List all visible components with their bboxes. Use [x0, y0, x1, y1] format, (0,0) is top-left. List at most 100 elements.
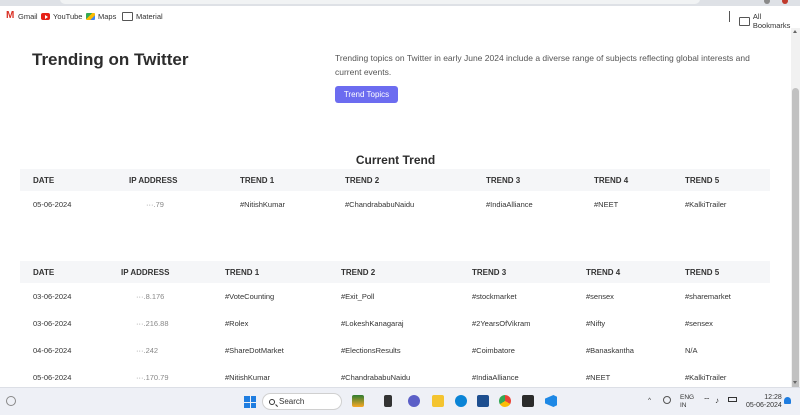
column-header: IP ADDRESS: [116, 169, 227, 191]
column-header: TREND 1: [227, 169, 332, 191]
column-header: TREND 2: [328, 261, 459, 283]
profile-icon[interactable]: [764, 0, 770, 4]
column-header: TREND 2: [332, 169, 473, 191]
column-header: DATE: [20, 261, 108, 283]
task-view-icon[interactable]: [384, 395, 392, 407]
ip-cell: ···.170.79: [136, 373, 169, 382]
folder-icon: [122, 12, 133, 21]
trend-cell: #ChandrababuNaidu: [341, 373, 411, 382]
current-trend-table: DATE IP ADDRESS TREND 1 TREND 2 TREND 3 …: [20, 169, 770, 218]
table-row: 05-06-2024 ···.170.79 #NitishKumar #Chan…: [20, 364, 770, 387]
chrome-browser-icon[interactable]: [499, 395, 511, 407]
trend-cell: #Banaskantha: [586, 346, 634, 355]
language-code: ENG: [680, 394, 695, 401]
trend-cell: #2YearsOfVikram: [472, 319, 531, 328]
current-trend-title: Current Trend: [355, 153, 436, 167]
trend-cell: #Rolex: [225, 319, 249, 328]
trend-cell: #KalkiTrailer: [685, 373, 727, 382]
clock-date: 05-06-2024: [746, 402, 782, 409]
system-clock[interactable]: 12:28 05-06-2024: [746, 394, 782, 410]
taskbar-app-icon[interactable]: [352, 395, 364, 407]
date-cell: 04-06-2024: [33, 346, 72, 355]
wifi-icon[interactable]: ⌔: [703, 397, 711, 405]
bookmarks-bar: Gmail YouTube Maps Material All Bookmark…: [0, 6, 800, 30]
weather-icon[interactable]: [6, 396, 16, 406]
youtube-icon: [41, 13, 50, 20]
taskbar-search[interactable]: Search: [262, 393, 342, 410]
ip-cell: ···.216.88: [136, 319, 169, 328]
bookmark-maps[interactable]: Maps: [86, 12, 116, 21]
column-header: DATE: [20, 169, 116, 191]
ip-cell: ···.242: [136, 346, 159, 355]
column-header: IP ADDRESS: [108, 261, 212, 283]
bookmark-gmail[interactable]: Gmail: [6, 10, 38, 21]
page-scrollbar[interactable]: [791, 28, 800, 410]
page-title: Trending on Twitter: [32, 50, 189, 69]
scrollbar-thumb[interactable]: [792, 88, 799, 410]
address-bar[interactable]: [60, 0, 700, 4]
column-header: TREND 4: [573, 261, 672, 283]
bookmark-label: YouTube: [53, 12, 83, 21]
date-cell: 05-06-2024: [33, 200, 72, 209]
store-app-icon[interactable]: [477, 395, 489, 407]
volume-icon[interactable]: ♪: [715, 397, 719, 405]
trend-cell: #Coimbatore: [472, 346, 515, 355]
trend-cell: #Exit_Poll: [341, 292, 375, 301]
menu-icon[interactable]: [782, 0, 788, 4]
table-row: 03-06-2024 ···.216.88 #Rolex #LokeshKana…: [20, 310, 770, 337]
ip-cell: ···.79: [146, 200, 164, 209]
table-row: 04-06-2024 ···.242 #ShareDotMarket #Elec…: [20, 337, 770, 364]
bookmark-youtube[interactable]: YouTube: [41, 12, 82, 21]
column-header: TREND 5: [672, 169, 770, 191]
bookmarks-divider: [729, 11, 730, 22]
file-explorer-icon[interactable]: [432, 395, 444, 407]
column-header: TREND 3: [459, 261, 573, 283]
bookmark-label: Gmail: [18, 12, 38, 21]
region-code: IN: [680, 402, 687, 409]
bookmark-material[interactable]: Material: [122, 12, 163, 21]
windows-taskbar: Search ^ ENG IN ⌔ ♪ 12:28 05-06-2024: [0, 387, 800, 415]
trend-history-table: DATE IP ADDRESS TREND 1 TREND 2 TREND 3 …: [20, 261, 770, 387]
folder-icon: [739, 16, 750, 26]
trend-topics-button[interactable]: Trend Topics: [335, 86, 398, 103]
chat-app-icon[interactable]: [408, 395, 420, 407]
search-label: Search: [279, 397, 305, 406]
trend-cell: #VoteCounting: [225, 292, 275, 301]
notification-bell-icon[interactable]: [784, 397, 791, 404]
windows-start-icon[interactable]: [244, 396, 256, 408]
network-status-icon[interactable]: [663, 396, 671, 404]
date-cell: 03-06-2024: [33, 319, 72, 328]
bookmark-label: Material: [136, 12, 163, 21]
scroll-up-arrow-icon[interactable]: [793, 30, 797, 33]
trend-cell: #sensex: [586, 292, 614, 301]
battery-icon[interactable]: [728, 397, 737, 402]
language-indicator[interactable]: ENG IN: [680, 394, 694, 410]
maps-icon: [86, 13, 95, 20]
trend-cell: #KalkiTrailer: [685, 200, 727, 209]
chevron-up-icon[interactable]: ^: [648, 397, 651, 405]
page-description: Trending topics on Twitter in early June…: [335, 53, 750, 77]
clock-time: 12:28: [764, 394, 782, 401]
trend-cell: #IndiaAlliance: [486, 200, 533, 209]
column-header: TREND 1: [212, 261, 328, 283]
trend-cell: #NitishKumar: [240, 200, 286, 209]
scroll-down-arrow-icon[interactable]: [793, 381, 797, 384]
edge-browser-icon[interactable]: [455, 395, 467, 407]
trend-cell: #NEET: [594, 200, 619, 209]
bookmark-label: Maps: [98, 12, 117, 21]
trend-cell: #ChandrababuNaidu: [345, 200, 415, 209]
column-header: TREND 5: [672, 261, 770, 283]
trend-cell: #ElectionsResults: [341, 346, 401, 355]
column-header: TREND 4: [581, 169, 672, 191]
vscode-icon[interactable]: [545, 395, 557, 407]
trend-cell: #Nifty: [586, 319, 606, 328]
trend-cell: #stockmarket: [472, 292, 517, 301]
table-header-row: DATE IP ADDRESS TREND 1 TREND 2 TREND 3 …: [20, 169, 770, 191]
trend-cell: #sharemarket: [685, 292, 731, 301]
search-icon: [269, 398, 275, 405]
column-header: TREND 3: [473, 169, 581, 191]
table-header-row: DATE IP ADDRESS TREND 1 TREND 2 TREND 3 …: [20, 261, 770, 283]
table-row: 03-06-2024 ···.8.176 #VoteCounting #Exit…: [20, 283, 770, 310]
terminal-icon[interactable]: [522, 395, 534, 407]
trend-cell: #IndiaAlliance: [472, 373, 519, 382]
